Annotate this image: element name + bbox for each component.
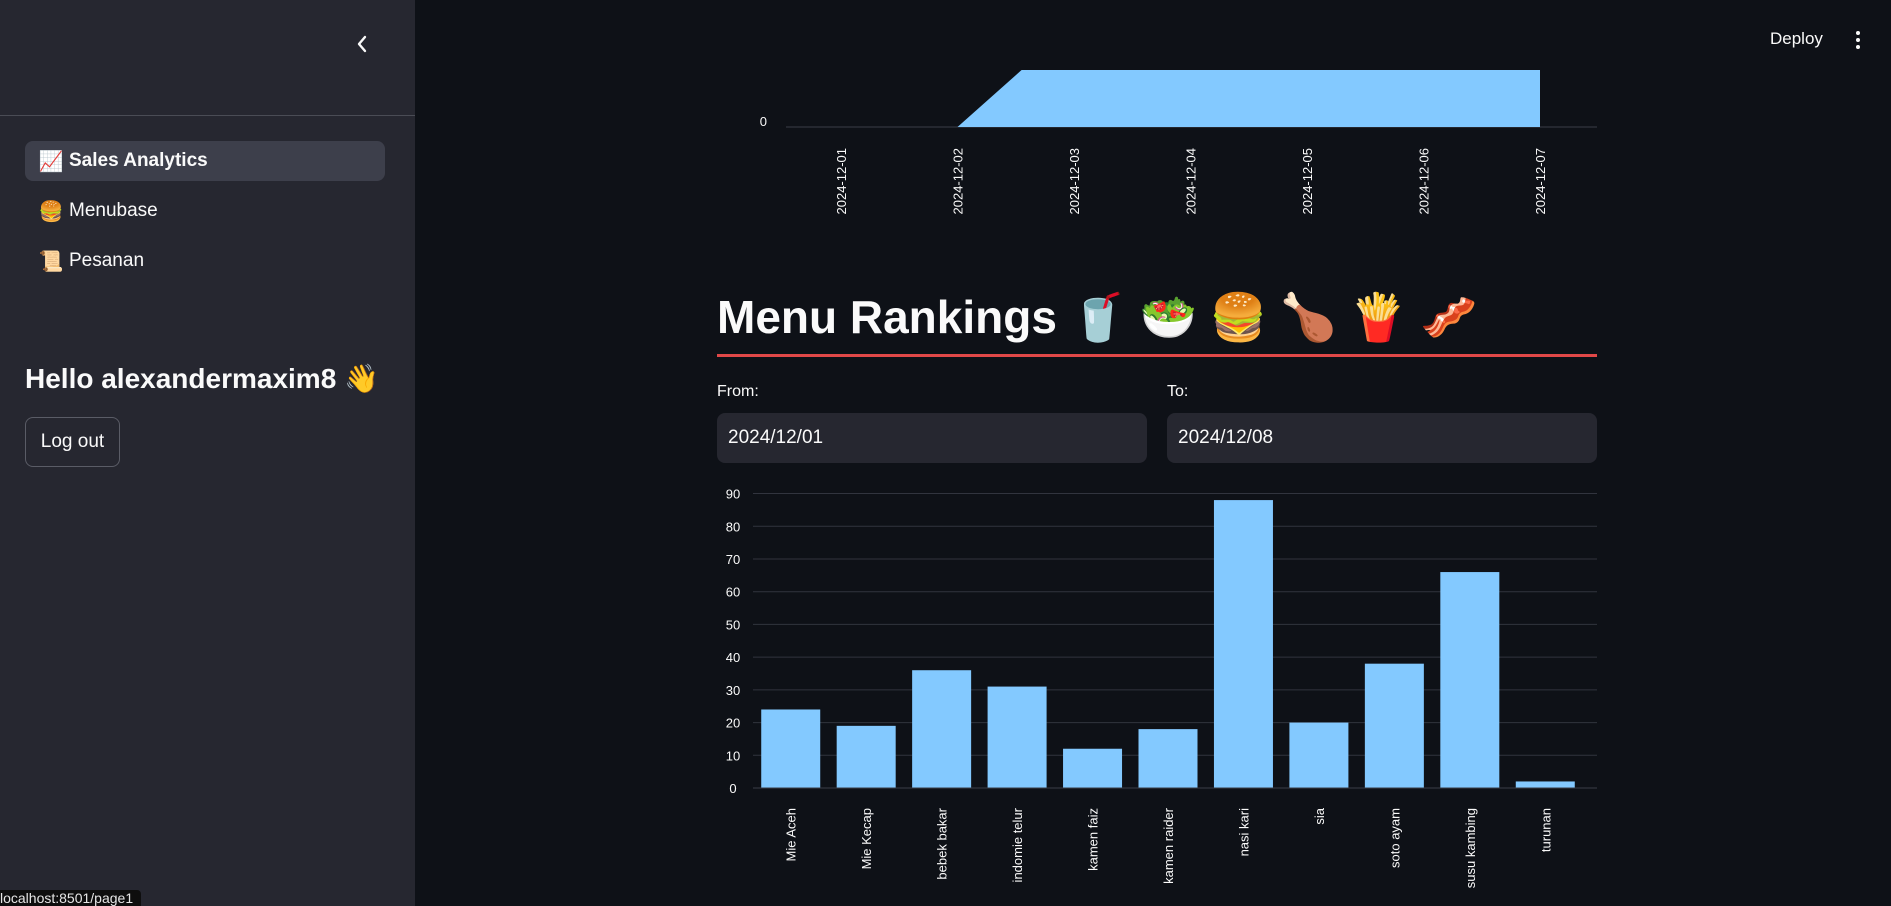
sidebar-item-label: Pesanan (69, 250, 145, 271)
bar (1289, 722, 1349, 788)
section-title: Menu Rankings 🥤 🥗 🍔 🍗 🍟 🥓 (717, 291, 1478, 343)
logout-button[interactable]: Log out (25, 417, 120, 467)
sidebar-item-label: Menubase (69, 200, 158, 221)
sidebar-nav: 📈 Sales Analytics 🍔 Menubase 📜 Pesanan (25, 141, 385, 291)
x-tick-label: 2024-12-01 (834, 148, 849, 215)
x-tick-label: Mie Aceh (784, 808, 799, 861)
bar (1364, 663, 1424, 788)
y-tick-label: 80 (726, 519, 740, 534)
to-label: To: (1167, 383, 1189, 400)
scroll-icon: 📜 (38, 250, 64, 273)
y-tick-label: 60 (726, 585, 740, 600)
y-tick-label: 20 (726, 716, 740, 731)
chart-increasing-icon: 📈 (38, 150, 64, 173)
bar (1213, 500, 1273, 788)
app-window: 📈 Sales Analytics 🍔 Menubase 📜 Pesanan H… (0, 0, 1891, 906)
deploy-button[interactable]: Deploy (1770, 29, 1823, 49)
y-tick-label: 30 (726, 683, 740, 698)
x-tick-label: bebek bakar (935, 807, 950, 879)
daily-sales-area-chart: 0 2024-12-01 2024-12-02 2024-12-03 2024-12-0… (760, 70, 1597, 215)
x-tick-label: indomie telur (1010, 807, 1025, 882)
y-tick-label: 50 (726, 617, 740, 632)
chevron-left-icon (357, 35, 367, 53)
title-divider (717, 354, 1597, 357)
from-date-input[interactable] (717, 413, 1147, 463)
bar (987, 686, 1047, 788)
collapse-sidebar-button[interactable] (348, 30, 376, 58)
from-label: From: (717, 383, 759, 400)
x-tick-label: 2024-12-07 (1533, 148, 1548, 215)
bar (1063, 748, 1123, 788)
x-tick-label: 2024-12-03 (1067, 148, 1082, 215)
y-tick-label: 10 (726, 748, 740, 763)
x-tick-label: nasi kari (1236, 808, 1251, 857)
to-date-input[interactable] (1167, 413, 1597, 463)
bar (836, 725, 896, 788)
x-tick-label: 2024-12-04 (1184, 148, 1199, 215)
sidebar-item-menubase[interactable]: 🍔 Menubase (25, 191, 385, 231)
sidebar-item-pesanan[interactable]: 📜 Pesanan (25, 241, 385, 281)
bar (912, 670, 972, 788)
x-tick-label: Mie Kecap (859, 808, 874, 869)
y-tick-label: 90 (726, 487, 740, 502)
x-tick-label: 2024-12-06 (1417, 148, 1432, 215)
bar (1440, 572, 1500, 788)
x-tick-label: 2024-12-05 (1300, 148, 1315, 215)
sidebar: 📈 Sales Analytics 🍔 Menubase 📜 Pesanan H… (0, 0, 415, 906)
bar (1138, 729, 1198, 788)
x-tick-label: sia (1312, 807, 1327, 824)
x-tick-label: turunan (1538, 808, 1553, 852)
y-tick-label: 40 (726, 650, 740, 665)
sidebar-item-label: Sales Analytics (69, 150, 208, 171)
sidebar-divider (0, 115, 415, 116)
x-tick-label: kamen faiz (1086, 808, 1101, 871)
x-tick-label: kamen raider (1161, 807, 1176, 884)
burger-icon: 🍔 (38, 200, 64, 223)
bar (761, 709, 821, 788)
menu-rankings-bar-chart: 0 10 20 30 40 50 60 70 80 90 Mie Aceh Mie Kecap bebe… (726, 487, 1597, 888)
greeting-heading: Hello alexandermaxim8 👋 (25, 363, 379, 394)
more-vertical-icon[interactable] (1850, 28, 1866, 52)
x-tick-label: susu kambing (1463, 808, 1478, 888)
x-tick-label: soto ayam (1387, 808, 1402, 868)
y-tick-label: 70 (726, 552, 740, 567)
x-tick-label: 2024-12-02 (951, 148, 966, 215)
area-series (841, 70, 1540, 127)
y-tick-label: 0 (760, 114, 767, 129)
status-url-tooltip: localhost:8501/page1 (0, 890, 142, 906)
sidebar-item-sales-analytics[interactable]: 📈 Sales Analytics (25, 141, 385, 181)
y-tick-label: 0 (729, 781, 736, 796)
bar (1515, 781, 1575, 788)
